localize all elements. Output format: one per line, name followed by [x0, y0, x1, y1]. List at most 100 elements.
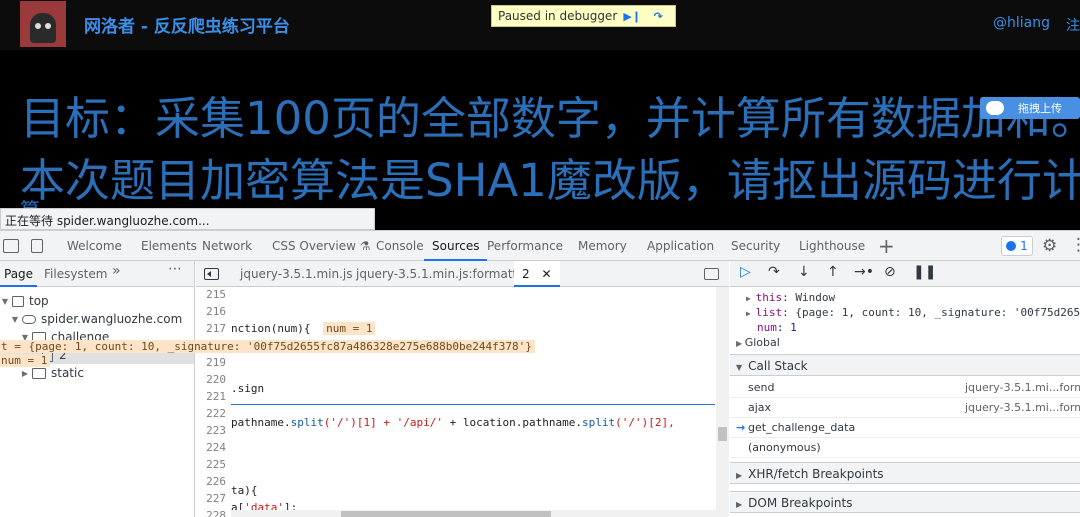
editor-tab-2[interactable]: 2 ✕ — [514, 261, 560, 287]
frame-name: ajax — [748, 401, 772, 414]
line-number[interactable]: 223 — [206, 422, 226, 439]
step-icon[interactable]: →• — [854, 264, 874, 280]
tab-page[interactable]: Page — [0, 261, 38, 287]
scroll-thumb[interactable] — [341, 511, 551, 517]
more-navigator-tabs-icon[interactable]: » — [112, 263, 121, 279]
close-tab-icon[interactable]: ✕ — [541, 267, 551, 281]
call-stack-section[interactable]: ▼ Call Stack — [730, 354, 1080, 376]
call-frame-anonymous[interactable]: (anonymous) — [730, 438, 1080, 458]
paused-label: Paused in debugger — [498, 9, 618, 23]
step-out-icon[interactable]: ↑ — [827, 264, 839, 280]
expand-arrow-icon[interactable]: ▼ — [0, 297, 10, 306]
user-link[interactable]: @hliang — [993, 15, 1050, 31]
scroll-thumb[interactable] — [718, 427, 727, 441]
frame-name: send — [748, 381, 775, 394]
resume-icon[interactable]: ▶❙ — [621, 8, 643, 24]
tree-item-top[interactable]: ▼ top — [0, 292, 194, 310]
inspect-element-icon[interactable] — [3, 239, 19, 253]
source-editor: jquery-3.5.1.min.js jquery-3.5.1.min.js:… — [196, 261, 729, 517]
call-frame-ajax[interactable]: ajax jquery-3.5.1.mi...formatted — [730, 398, 1080, 418]
expand-arrow-icon[interactable]: ▶ — [736, 471, 742, 480]
call-frame-get-challenge-data[interactable]: → get_challenge_data — [730, 418, 1080, 438]
line-number[interactable]: 217 — [206, 320, 226, 337]
tab-security[interactable]: Security — [731, 231, 780, 261]
line-number[interactable]: 219 — [206, 354, 226, 371]
dom-breakpoints-section[interactable]: ▶ DOM Breakpoints — [730, 491, 1080, 513]
xhr-breakpoints-section[interactable]: ▶ XHR/fetch Breakpoints — [730, 462, 1080, 484]
code-text: ('/')[2], — [615, 416, 675, 429]
editor-tab-jquery-min[interactable]: jquery-3.5.1.min.js — [240, 261, 352, 287]
tab-sources[interactable]: Sources — [424, 231, 488, 261]
tab-css-overview[interactable]: CSS Overview ⚗ — [272, 231, 371, 261]
section-title: DOM Breakpoints — [748, 496, 853, 510]
toggle-navigator-icon[interactable] — [204, 268, 219, 280]
scope-num[interactable]: num: 1 — [757, 320, 797, 335]
expand-arrow-icon[interactable]: ▼ — [10, 315, 20, 324]
site-title[interactable]: 网洛者 - 反反爬虫练习平台 — [84, 12, 290, 37]
tab-lighthouse[interactable]: Lighthouse — [799, 231, 865, 261]
tab-welcome[interactable]: Welcome — [67, 231, 122, 261]
scope-list[interactable]: ▶ list: {page: 1, count: 10, _signature:… — [746, 305, 1080, 320]
collapse-arrow-icon[interactable]: ▼ — [736, 363, 742, 372]
code-line-225: pathname.split('/')[1] + '/api/' + locat… — [231, 414, 675, 431]
code-text: + location.pathname. — [442, 416, 583, 429]
line-number[interactable]: 224 — [206, 439, 226, 456]
resume-icon[interactable]: ▷ — [740, 264, 751, 280]
tab-elements[interactable]: Elements — [141, 231, 197, 261]
frame-location[interactable]: jquery-3.5.1.mi...formatted — [965, 398, 1080, 418]
logo-eye-right — [45, 23, 51, 29]
line-number[interactable]: 222 — [206, 405, 226, 422]
editor-vertical-scrollbar[interactable] — [716, 287, 729, 517]
expand-arrow-icon[interactable]: ▶ — [736, 500, 742, 509]
scope-name: Global — [744, 336, 780, 349]
tab-performance[interactable]: Performance — [487, 231, 563, 261]
editor-tabs: jquery-3.5.1.min.js jquery-3.5.1.min.js:… — [196, 261, 729, 287]
more-tabs-plus-icon[interactable]: + — [878, 234, 895, 258]
pause-on-exceptions-icon[interactable]: ❚❚ — [913, 264, 936, 280]
editor-tab-jquery-formatted[interactable]: jquery-3.5.1.min.js:formatted — [356, 261, 532, 287]
toggle-debugger-icon[interactable] — [704, 268, 719, 280]
line-number[interactable]: 216 — [206, 303, 226, 320]
call-frame-send[interactable]: send jquery-3.5.1.mi...formatted — [730, 378, 1080, 398]
collapse-arrow-icon[interactable]: ▶ — [20, 369, 30, 378]
expand-arrow-icon[interactable]: ▶ — [746, 294, 756, 303]
code-area[interactable]: nction(num){ num = 1 .sign pathname.spli… — [231, 287, 719, 517]
cloud-upload-button[interactable]: 拖拽上传 — [980, 97, 1080, 119]
scope-global[interactable]: ▶ Global — [736, 335, 780, 350]
step-into-icon[interactable]: ↓ — [798, 264, 810, 280]
device-toolbar-icon[interactable] — [31, 239, 43, 253]
current-frame-arrow-icon: → — [736, 421, 746, 434]
editor-horizontal-scrollbar[interactable] — [231, 510, 716, 517]
navigator-menu-icon[interactable]: ⋯ — [168, 261, 183, 277]
settings-gear-icon[interactable]: ⚙ — [1042, 236, 1057, 256]
line-number[interactable]: 220 — [206, 371, 226, 388]
step-over-icon[interactable]: ↷ — [647, 8, 669, 24]
line-number[interactable]: 225 — [206, 456, 226, 473]
scope-this[interactable]: ▶ this: Window — [746, 290, 835, 305]
frame-location[interactable]: jquery-3.5.1.mi...formatted — [965, 378, 1080, 398]
line-number[interactable]: 215 — [206, 286, 226, 303]
line-number[interactable]: 227 — [206, 490, 226, 507]
tree-item-domain[interactable]: ▼ spider.wangluozhe.com — [0, 310, 194, 328]
expand-arrow-icon[interactable]: ▶ — [736, 339, 745, 348]
logo-face — [30, 13, 56, 43]
line-number[interactable]: 221 — [206, 388, 226, 405]
register-link[interactable]: 注 — [1066, 15, 1080, 35]
site-logo[interactable] — [20, 1, 66, 47]
tab-application[interactable]: Application — [647, 231, 714, 261]
deactivate-breakpoints-icon[interactable]: ⊘ — [884, 264, 896, 280]
cloud-icon — [22, 314, 36, 324]
tab-filesystem[interactable]: Filesystem — [44, 261, 107, 287]
tab-network[interactable]: Network — [202, 231, 252, 261]
tab-console[interactable]: Console — [376, 231, 424, 261]
logo-eye-left — [35, 23, 41, 29]
cloud-icon — [986, 101, 1004, 115]
step-over-icon[interactable]: ↷ — [768, 264, 780, 280]
scope-value: : {page: 1, count: 10, _signature: '00f7… — [782, 306, 1080, 319]
issues-badge[interactable]: 1 — [1001, 236, 1033, 256]
tab-memory[interactable]: Memory — [578, 231, 627, 261]
expand-arrow-icon[interactable]: ▶ — [746, 309, 756, 318]
more-options-icon[interactable]: ⋮ — [1070, 235, 1080, 255]
line-number[interactable]: 226 — [206, 473, 226, 490]
line-number[interactable]: 228 — [206, 507, 226, 517]
